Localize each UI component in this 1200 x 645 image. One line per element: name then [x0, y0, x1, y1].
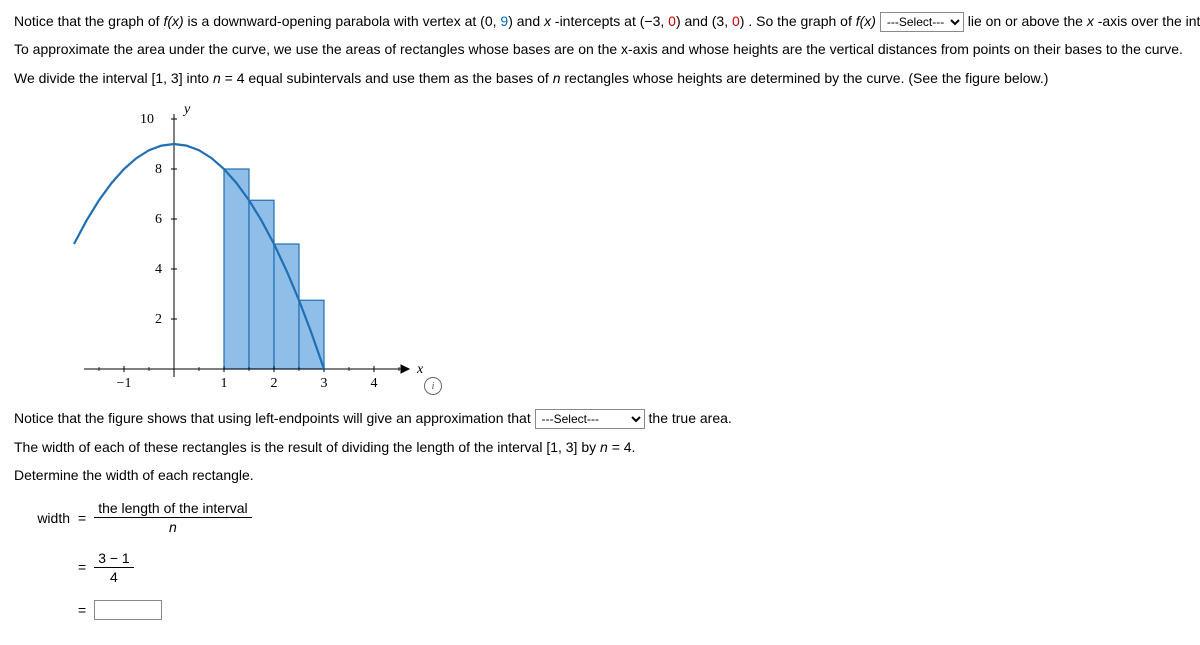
- intro-paragraph-2: To approximate the area under the curve,…: [14, 38, 1186, 60]
- riemann-figure: y x 10 8 6 4 2 −1 1 2 3 4 i: [54, 99, 474, 399]
- svg-text:4: 4: [155, 262, 162, 277]
- svg-text:1: 1: [221, 376, 228, 391]
- paragraph-5: The width of each of these rectangles is…: [14, 436, 1186, 458]
- text: and: [517, 13, 544, 29]
- text: and: [685, 13, 712, 29]
- x-axis-label: x: [416, 362, 424, 377]
- compare-dropdown[interactable]: ---Select---: [535, 409, 645, 429]
- y-axis-label: y: [182, 102, 191, 117]
- fraction-1: the length of the interval n: [94, 500, 251, 535]
- vertex: (0, 9): [480, 13, 513, 29]
- paragraph-4: Notice that the figure shows that using …: [14, 407, 1186, 429]
- svg-text:2: 2: [155, 312, 162, 327]
- equals: =: [78, 556, 86, 578]
- text: -intercepts at: [555, 13, 640, 29]
- svg-text:2: 2: [271, 376, 278, 391]
- fx: f(x): [856, 13, 876, 29]
- svg-text:8: 8: [155, 162, 162, 177]
- width-answer-input[interactable]: [94, 600, 162, 620]
- intercept-2: (3, 0): [712, 13, 745, 29]
- intro-paragraph-3: We divide the interval [1, 3] into n = 4…: [14, 67, 1186, 89]
- x-var: x: [544, 13, 551, 29]
- equals: =: [78, 507, 86, 529]
- text: Notice that the graph of: [14, 13, 163, 29]
- text: -axis over the interval [1, 3].: [1098, 13, 1200, 29]
- paragraph-6: Determine the width of each rectangle.: [14, 464, 1186, 486]
- width-equation: width = the length of the interval n = 3…: [18, 500, 1186, 621]
- svg-text:3: 3: [321, 376, 328, 391]
- svg-text:10: 10: [140, 112, 154, 127]
- fx: f(x): [163, 13, 183, 29]
- text: . So the graph of: [748, 13, 855, 29]
- equals: =: [78, 599, 86, 621]
- intercept-1: (−3, 0): [640, 13, 681, 29]
- text: is a downward-opening parabola with vert…: [188, 13, 481, 29]
- svg-text:6: 6: [155, 212, 162, 227]
- fraction-2: 3 − 1 4: [94, 550, 134, 585]
- width-label: width: [18, 507, 70, 529]
- svg-text:4: 4: [371, 376, 378, 391]
- does-dropdown[interactable]: ---Select---: [880, 12, 964, 32]
- text: lie on or above the: [968, 13, 1087, 29]
- intro-paragraph-1: Notice that the graph of f(x) is a downw…: [14, 10, 1186, 32]
- x-var: x: [1087, 13, 1094, 29]
- svg-text:−1: −1: [117, 376, 132, 391]
